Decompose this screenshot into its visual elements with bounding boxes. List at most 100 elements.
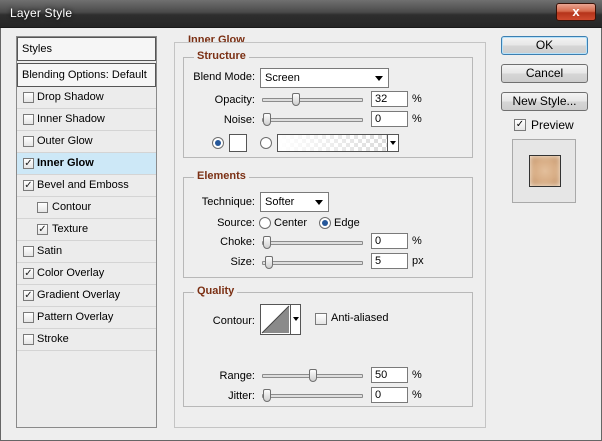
style-item-bevel-emboss[interactable]: ✓ Bevel and Emboss — [17, 175, 156, 197]
style-item-satin[interactable]: Satin — [17, 241, 156, 263]
size-input[interactable]: 5 — [371, 253, 408, 269]
chevron-down-icon — [390, 141, 396, 145]
glow-color-swatch[interactable] — [229, 134, 247, 152]
preview-checkbox[interactable]: ✓ — [514, 119, 526, 131]
structure-group: Structure Blend Mode: Screen Opacity: 32… — [183, 50, 473, 158]
source-center-radio[interactable] — [259, 217, 271, 229]
size-unit: px — [412, 255, 424, 267]
jitter-slider-thumb[interactable] — [263, 389, 271, 402]
ok-button[interactable]: OK — [501, 36, 588, 55]
range-label: Range: — [219, 370, 255, 382]
contour-dropdown[interactable] — [290, 305, 300, 334]
gradient-dropdown[interactable] — [387, 135, 398, 151]
gradient-radio[interactable] — [260, 137, 272, 149]
style-item-texture[interactable]: ✓ Texture — [17, 219, 156, 241]
jitter-unit: % — [412, 389, 422, 401]
style-item-drop-shadow[interactable]: Drop Shadow — [17, 87, 156, 109]
blend-mode-label: Blend Mode: — [193, 71, 255, 83]
antialiased-label[interactable]: Anti-aliased — [331, 312, 388, 324]
source-edge-radio[interactable] — [319, 217, 331, 229]
gradient-overlay-checkbox[interactable]: ✓ — [23, 290, 34, 301]
inner-glow-checkbox[interactable]: ✓ — [23, 158, 34, 169]
noise-slider-thumb[interactable] — [263, 113, 271, 126]
styles-list: Styles Blending Options: Default Drop Sh… — [16, 36, 157, 428]
title-bar: Layer Style x — [0, 0, 602, 28]
range-input[interactable]: 50 — [371, 367, 408, 383]
jitter-slider[interactable] — [262, 389, 363, 402]
preview-swatch — [529, 155, 561, 187]
style-item-label: Color Overlay — [37, 267, 105, 279]
preview-label[interactable]: Preview — [531, 118, 574, 132]
pattern-overlay-checkbox[interactable] — [23, 312, 34, 323]
technique-select[interactable]: Softer — [260, 192, 329, 212]
opacity-slider[interactable] — [262, 93, 363, 106]
choke-slider[interactable] — [262, 236, 363, 249]
source-label: Source: — [217, 217, 255, 229]
style-item-label: Satin — [37, 245, 63, 257]
noise-unit: % — [412, 113, 422, 125]
contour-checkbox[interactable] — [37, 202, 48, 213]
styles-header[interactable]: Styles — [17, 37, 156, 61]
opacity-slider-thumb[interactable] — [292, 93, 300, 106]
technique-value: Softer — [265, 196, 295, 208]
choke-unit: % — [412, 235, 422, 247]
blend-mode-select[interactable]: Screen — [260, 68, 389, 88]
satin-checkbox[interactable] — [23, 246, 34, 257]
range-unit: % — [412, 369, 422, 381]
antialiased-checkbox[interactable] — [315, 313, 327, 325]
style-item-label: Texture — [52, 223, 89, 235]
chevron-down-icon — [315, 200, 323, 205]
opacity-input[interactable]: 32 — [371, 91, 408, 107]
gradient-picker[interactable] — [277, 134, 399, 152]
contour-picker[interactable] — [260, 304, 301, 335]
range-slider-thumb[interactable] — [309, 369, 317, 382]
elements-group: Elements Technique: Softer Source: Cente… — [183, 170, 473, 278]
source-edge-label[interactable]: Edge — [334, 217, 360, 229]
noise-label: Noise: — [223, 114, 255, 126]
color-radio[interactable] — [212, 137, 224, 149]
close-icon: x — [572, 4, 580, 19]
style-item-label: Bevel and Emboss — [37, 179, 129, 191]
style-item-pattern-overlay[interactable]: Pattern Overlay — [17, 307, 156, 329]
structure-title: Structure — [194, 50, 249, 62]
choke-input[interactable]: 0 — [371, 233, 408, 249]
style-item-label: Pattern Overlay — [37, 311, 114, 323]
choke-slider-thumb[interactable] — [263, 236, 271, 249]
technique-label: Technique: — [201, 196, 255, 208]
jitter-input[interactable]: 0 — [371, 387, 408, 403]
noise-slider[interactable] — [262, 113, 363, 126]
stroke-checkbox[interactable] — [23, 334, 34, 345]
blending-options-item[interactable]: Blending Options: Default — [17, 63, 156, 87]
style-item-inner-glow[interactable]: ✓ Inner Glow — [17, 153, 156, 175]
close-button[interactable]: x — [556, 3, 596, 21]
source-center-label[interactable]: Center — [274, 217, 307, 229]
style-item-stroke[interactable]: Stroke — [17, 329, 156, 351]
cancel-button[interactable]: Cancel — [501, 64, 588, 83]
style-item-label: Inner Glow — [37, 157, 94, 169]
opacity-label: Opacity: — [214, 94, 255, 106]
texture-checkbox[interactable]: ✓ — [37, 224, 48, 235]
style-item-label: Drop Shadow — [37, 91, 104, 103]
style-item-contour[interactable]: Contour — [17, 197, 156, 219]
bevel-emboss-checkbox[interactable]: ✓ — [23, 180, 34, 191]
opacity-unit: % — [412, 93, 422, 105]
preview-thumbnail — [512, 139, 576, 203]
noise-input[interactable]: 0 — [371, 111, 408, 127]
jitter-label: Jitter: — [228, 390, 255, 402]
style-item-color-overlay[interactable]: ✓ Color Overlay — [17, 263, 156, 285]
style-item-label: Gradient Overlay — [37, 289, 121, 301]
inner-shadow-checkbox[interactable] — [23, 114, 34, 125]
drop-shadow-checkbox[interactable] — [23, 92, 34, 103]
range-slider[interactable] — [262, 369, 363, 382]
style-item-outer-glow[interactable]: Outer Glow — [17, 131, 156, 153]
contour-curve-icon — [261, 305, 290, 334]
color-overlay-checkbox[interactable]: ✓ — [23, 268, 34, 279]
size-slider-thumb[interactable] — [265, 256, 273, 269]
layer-style-dialog: Styles Blending Options: Default Drop Sh… — [0, 28, 602, 441]
chevron-down-icon — [293, 317, 299, 321]
new-style-button[interactable]: New Style... — [501, 92, 588, 111]
size-slider[interactable] — [262, 256, 363, 269]
style-item-gradient-overlay[interactable]: ✓ Gradient Overlay — [17, 285, 156, 307]
style-item-inner-shadow[interactable]: Inner Shadow — [17, 109, 156, 131]
outer-glow-checkbox[interactable] — [23, 136, 34, 147]
